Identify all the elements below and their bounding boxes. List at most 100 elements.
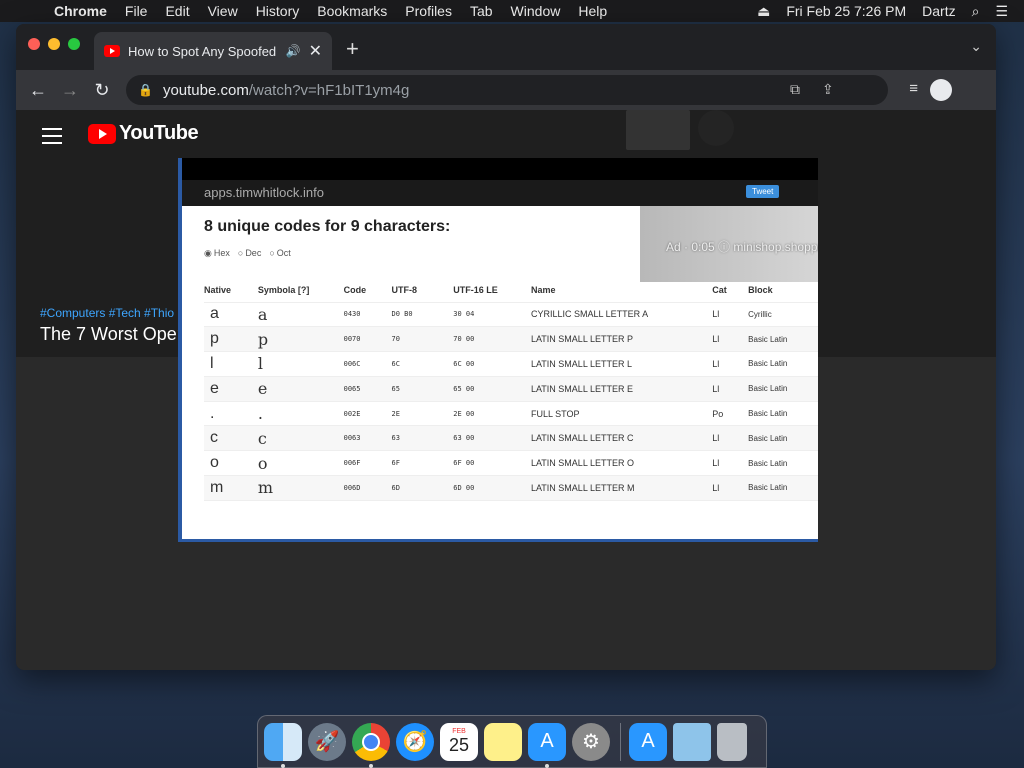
cell-name: LATIN SMALL LETTER C bbox=[530, 425, 713, 452]
cell-name: FULL STOP bbox=[530, 401, 713, 427]
macos-menu-bar: Chrome File Edit View History Bookmarks … bbox=[0, 0, 1024, 22]
account-avatar-blurred[interactable] bbox=[698, 110, 734, 146]
cell-block[interactable]: Basic Latin bbox=[748, 475, 818, 501]
menu-bookmarks[interactable]: Bookmarks bbox=[317, 3, 387, 19]
trash-icon[interactable] bbox=[717, 722, 747, 761]
open-in-app-icon[interactable]: ⧉ bbox=[790, 81, 800, 98]
cell-utf16: 30 04 bbox=[453, 302, 531, 328]
hamburger-menu-icon[interactable] bbox=[42, 128, 62, 149]
address-bar[interactable]: 🔒 youtube.com/watch?v=hF1bIT1ym4g ⧉ ⇪ bbox=[126, 75, 888, 105]
cell-cat: Ll bbox=[712, 450, 749, 477]
new-tab-button[interactable]: + bbox=[346, 36, 359, 62]
tab-search-chevron-icon[interactable]: ⌄ bbox=[970, 38, 982, 55]
fullscreen-window-button[interactable] bbox=[68, 38, 80, 50]
cell-utf16: 6D 00 bbox=[453, 475, 531, 501]
video-site-bar: apps.timwhitlock.info Tweet bbox=[182, 180, 818, 206]
video-site-url: apps.timwhitlock.info bbox=[204, 185, 324, 200]
cell-utf16: 6C 00 bbox=[453, 351, 531, 377]
youtube-logo[interactable]: YouTube bbox=[88, 122, 199, 145]
menu-edit[interactable]: Edit bbox=[165, 3, 189, 19]
profile-avatar-icon[interactable] bbox=[930, 79, 952, 101]
audio-playing-icon[interactable]: 🔊 bbox=[286, 44, 301, 58]
menu-file[interactable]: File bbox=[125, 3, 148, 19]
cell-cat: Po bbox=[712, 401, 749, 427]
menubar-clock[interactable]: Fri Feb 25 7:26 PM bbox=[786, 3, 906, 19]
cell-sym: p bbox=[257, 326, 344, 353]
radio-oct: Oct bbox=[269, 248, 291, 259]
table-row: .. 002E 2E 2E 00 FULL STOP Po Basic Latin bbox=[204, 401, 818, 427]
minimize-window-button[interactable] bbox=[48, 38, 60, 50]
cell-native: c bbox=[204, 425, 258, 452]
url-path: /watch?v=hF1bIT1ym4g bbox=[248, 81, 410, 99]
video-frame[interactable]: apps.timwhitlock.info Tweet 8 unique cod… bbox=[178, 158, 818, 542]
media-controls-icon[interactable]: ≡ bbox=[909, 80, 918, 97]
back-arrow-icon[interactable]: ← bbox=[22, 80, 54, 101]
safari-icon[interactable]: 🧭 bbox=[396, 722, 434, 761]
cell-code: 0063 bbox=[343, 425, 392, 452]
notes-icon[interactable] bbox=[484, 722, 522, 761]
menu-help[interactable]: Help bbox=[578, 3, 607, 19]
menu-chrome[interactable]: Chrome bbox=[54, 3, 107, 19]
table-row: o o 006F 6F 6F 00 LATIN SMALL LETTER O Ll Basic… bbox=[204, 450, 818, 477]
launchpad-icon[interactable]: 🚀 bbox=[308, 722, 346, 761]
lock-icon[interactable]: 🔒 bbox=[138, 83, 153, 97]
cell-name: LATIN SMALL LETTER O bbox=[530, 450, 713, 477]
downloads-folder-icon[interactable] bbox=[673, 722, 711, 761]
cell-sym: c bbox=[257, 425, 344, 452]
cell-block[interactable]: Cyrillic bbox=[748, 302, 818, 328]
cell-native: . bbox=[204, 401, 258, 427]
system-preferences-icon[interactable]: ⚙ bbox=[572, 722, 610, 761]
table-row: l l 006C 6C 6C 00 LATIN SMALL LETTER L Ll Basic… bbox=[204, 351, 818, 377]
cell-sym: a bbox=[257, 302, 344, 328]
cell-name: CYRILLIC SMALL LETTER A bbox=[530, 302, 713, 328]
cell-sym: m bbox=[257, 475, 344, 501]
forward-arrow-icon[interactable]: → bbox=[54, 80, 86, 101]
app-store-folder-icon[interactable]: A bbox=[629, 722, 667, 761]
menu-view[interactable]: View bbox=[208, 3, 238, 19]
cell-utf16: 65 00 bbox=[453, 376, 531, 402]
share-icon[interactable]: ⇪ bbox=[822, 81, 834, 98]
radio-hex: Hex bbox=[204, 248, 230, 259]
window-controls bbox=[28, 38, 80, 50]
menu-history[interactable]: History bbox=[256, 3, 300, 19]
cell-block[interactable]: Basic Latin bbox=[748, 401, 818, 427]
app-store-icon[interactable]: A bbox=[528, 722, 566, 768]
chrome-icon[interactable] bbox=[352, 722, 390, 768]
close-window-button[interactable] bbox=[28, 38, 40, 50]
cell-utf8: 6C bbox=[391, 351, 454, 377]
menu-tab[interactable]: Tab bbox=[470, 3, 493, 19]
menu-profiles[interactable]: Profiles bbox=[405, 3, 452, 19]
cell-utf8: 65 bbox=[391, 376, 454, 402]
url-host: youtube.com bbox=[162, 81, 249, 99]
ad-info-text[interactable]: Ad · 0:05 ⓘ minishop.shoppable.com/v4/sn… bbox=[666, 238, 818, 255]
cell-block[interactable]: Basic Latin bbox=[748, 425, 818, 452]
close-tab-icon[interactable]: ✕ bbox=[309, 41, 322, 61]
cell-name: LATIN SMALL LETTER M bbox=[530, 475, 713, 501]
reload-icon[interactable]: ↻ bbox=[86, 80, 118, 101]
column-header: UTF-8 bbox=[391, 278, 454, 303]
cell-utf16: 2E 00 bbox=[453, 401, 531, 427]
cell-native: o bbox=[204, 450, 258, 477]
menu-window[interactable]: Window bbox=[511, 3, 561, 19]
column-header: Native bbox=[204, 278, 258, 303]
active-tab[interactable]: How to Spot Any Spoofed 🔊 ✕ bbox=[94, 32, 332, 70]
calendar-icon[interactable]: FEB 25 bbox=[440, 722, 478, 761]
control-center-icon[interactable]: ☰ bbox=[995, 3, 1008, 20]
cell-sym: o bbox=[257, 450, 344, 477]
video-title: The 7 Worst Oper bbox=[40, 324, 183, 344]
tweet-button: Tweet bbox=[746, 185, 780, 198]
cell-block[interactable]: Basic Latin bbox=[748, 376, 818, 402]
cell-cat: Ll bbox=[712, 302, 749, 328]
cell-block[interactable]: Basic Latin bbox=[748, 326, 818, 353]
video-hashtags[interactable]: #Computers #Tech #Thio bbox=[40, 306, 174, 320]
eject-icon[interactable]: ⏏ bbox=[757, 3, 770, 20]
spotlight-search-icon[interactable]: ⌕ bbox=[972, 3, 980, 20]
search-button-blurred[interactable] bbox=[626, 110, 690, 150]
cell-block[interactable]: Basic Latin bbox=[748, 450, 818, 477]
macos-dock: 🚀 🧭 FEB 25 A ⚙ A bbox=[257, 715, 767, 768]
menubar-user[interactable]: Dartz bbox=[922, 3, 955, 19]
finder-icon[interactable] bbox=[264, 722, 302, 768]
cell-block[interactable]: Basic Latin bbox=[748, 351, 818, 377]
base-radio-group: Hex Dec Oct bbox=[204, 248, 291, 259]
cell-native: l bbox=[204, 351, 258, 377]
